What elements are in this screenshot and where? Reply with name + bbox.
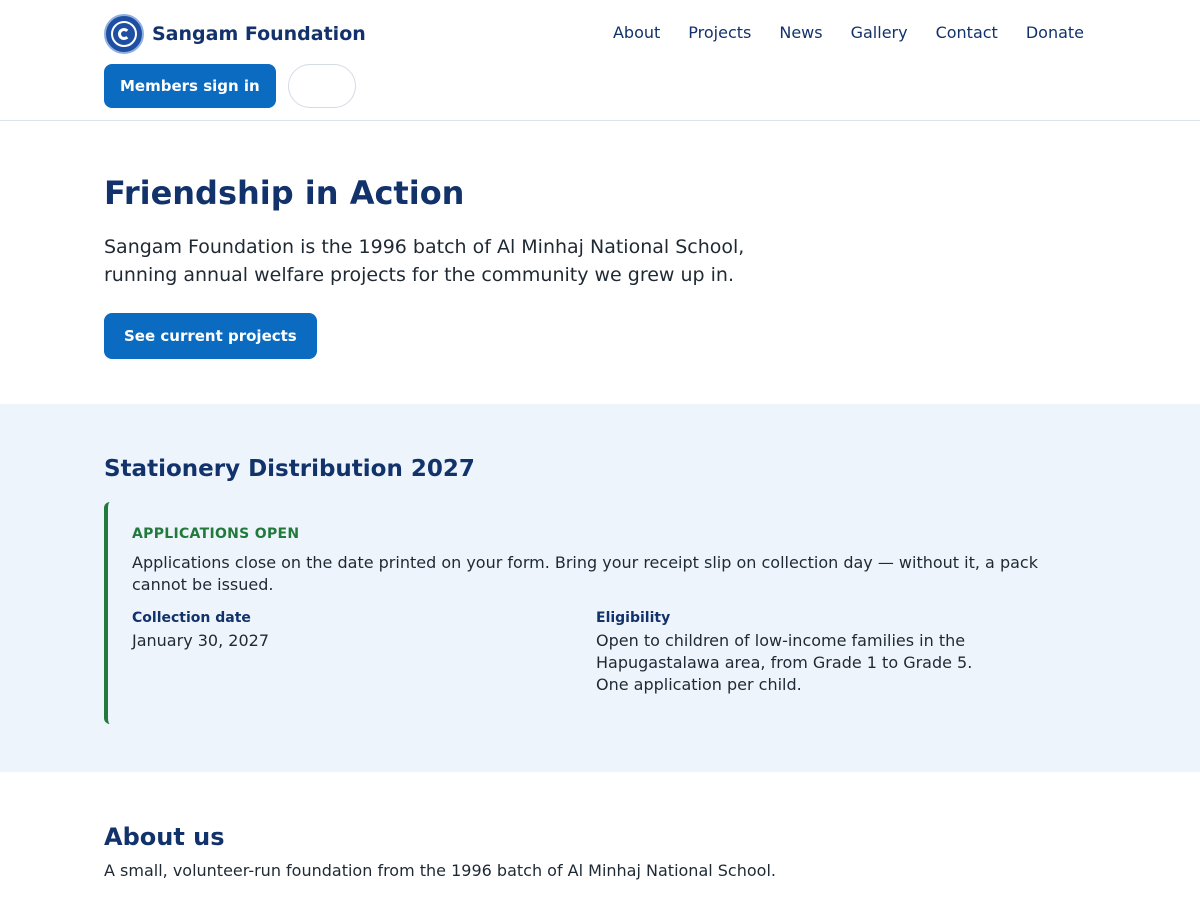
hero-title: Friendship in Action (104, 174, 465, 212)
project-notice-card: APPLICATIONS OPEN Applications close on … (104, 502, 1084, 724)
eligibility-value: Open to children of low-income families … (596, 631, 973, 694)
collection-date-label: Collection date (132, 610, 251, 626)
collection-date-block: Collection date January 30, 2027 (132, 608, 596, 696)
about-text: A small, volunteer-run foundation from t… (104, 861, 776, 880)
hero-section: Friendship in Action Sangam Foundation i… (0, 121, 1200, 404)
hero-description: Sangam Foundation is the 1996 batch of A… (104, 236, 745, 286)
main-nav: About Projects News Gallery Contact Dona… (613, 23, 1084, 42)
members-signin-button[interactable]: Members sign in (104, 64, 276, 108)
eligibility-label: Eligibility (596, 610, 671, 626)
project-section: Stationery Distribution 2027 APPLICATION… (0, 404, 1200, 772)
nav-about[interactable]: About (613, 23, 660, 42)
see-projects-button[interactable]: See current projects (104, 313, 317, 359)
brand-name: Sangam Foundation (152, 23, 366, 45)
about-title: About us (104, 823, 225, 851)
brand[interactable]: Sangam Foundation (104, 14, 366, 54)
project-details: Collection date January 30, 2027 Eligibi… (132, 608, 1060, 696)
foundation-logo-icon (104, 14, 144, 54)
unlabeled-pill-button[interactable] (287, 64, 356, 108)
eligibility-block: Eligibility Open to children of low-inco… (596, 608, 1060, 696)
header-actions: Members sign in (104, 64, 356, 108)
nav-news[interactable]: News (779, 23, 822, 42)
nav-projects[interactable]: Projects (688, 23, 751, 42)
nav-contact[interactable]: Contact (936, 23, 998, 42)
notice-message: Applications close on the date printed o… (132, 553, 1038, 594)
site-header: Sangam Foundation About Projects News Ga… (0, 0, 1200, 121)
collection-date-value: January 30, 2027 (132, 631, 269, 650)
about-section: About us A small, volunteer-run foundati… (0, 772, 1200, 882)
nav-donate[interactable]: Donate (1026, 23, 1084, 42)
status-badge: APPLICATIONS OPEN (132, 526, 300, 542)
project-title: Stationery Distribution 2027 (104, 456, 475, 482)
nav-gallery[interactable]: Gallery (851, 23, 908, 42)
